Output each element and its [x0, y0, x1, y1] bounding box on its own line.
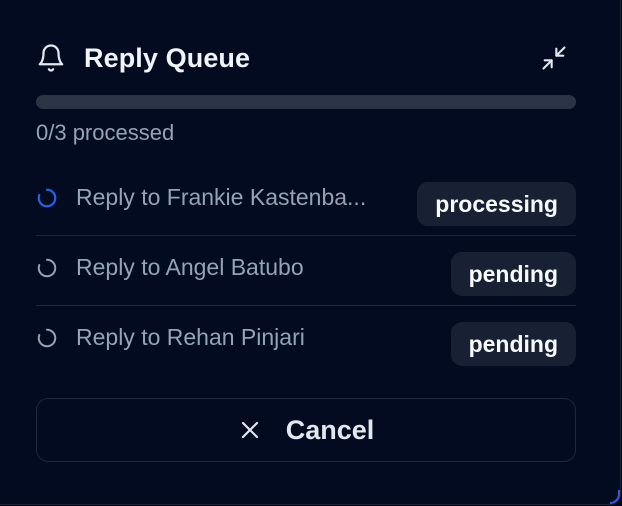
progress-bar	[36, 95, 576, 109]
queue-item-label: Reply to Frankie Kastenba...	[76, 184, 367, 210]
reply-queue-list: Reply to Frankie Kastenba... processing …	[36, 166, 576, 376]
spinner-icon	[36, 187, 58, 209]
close-icon	[238, 418, 262, 442]
status-badge: pending	[450, 252, 576, 296]
queue-item: Reply to Rehan Pinjari pending	[36, 306, 576, 376]
bell-icon	[36, 43, 66, 73]
queue-item: Reply to Angel Batubo pending	[36, 236, 576, 306]
queue-item: Reply to Frankie Kastenba... processing	[36, 166, 576, 236]
queue-item-label: Reply to Rehan Pinjari	[76, 324, 305, 350]
loading-circle-icon	[36, 257, 58, 279]
loading-circle-icon	[36, 327, 58, 349]
queue-item-label: Reply to Angel Batubo	[76, 254, 304, 280]
cancel-button[interactable]: Cancel	[36, 398, 576, 462]
cancel-button-label: Cancel	[285, 414, 375, 445]
minimize-button[interactable]	[538, 42, 570, 74]
status-badge: pending	[450, 322, 576, 366]
status-badge: processing	[417, 182, 576, 226]
panel-title: Reply Queue	[84, 42, 251, 73]
panel-corner-accent	[610, 490, 620, 504]
progress-text: 0/3 processed	[36, 120, 175, 145]
minimize-icon	[542, 46, 566, 70]
panel-header: Reply Queue	[36, 38, 576, 78]
reply-queue-panel: Reply Queue 0/3 processed Reply to Frank…	[0, 0, 621, 505]
